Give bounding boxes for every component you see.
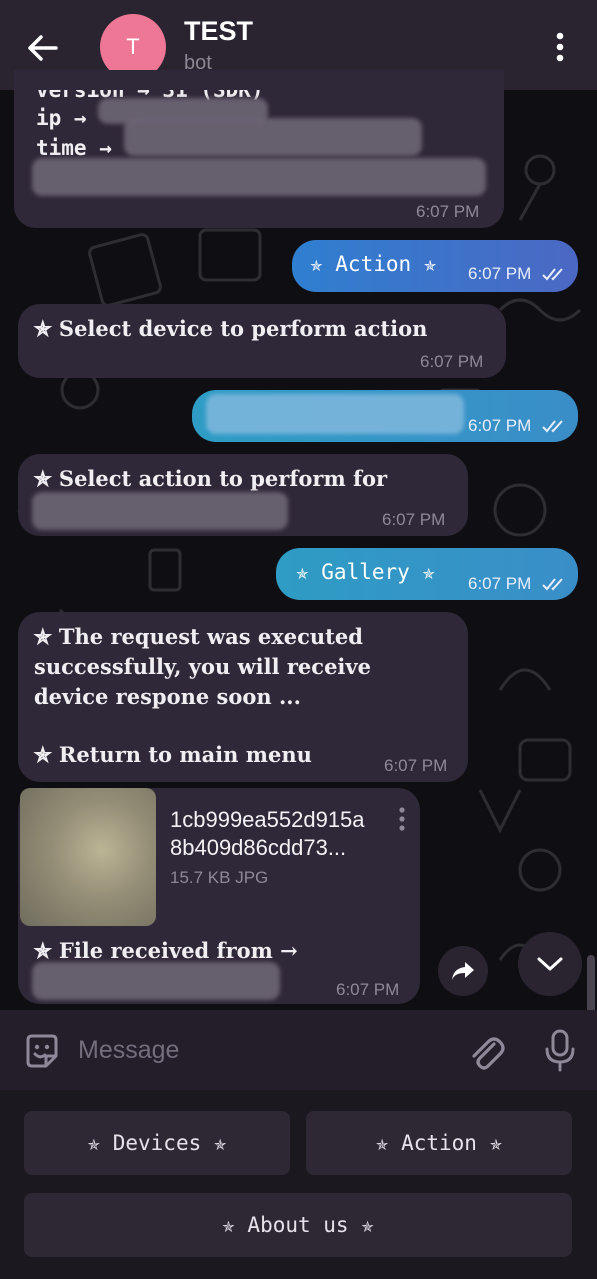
back-arrow-icon[interactable] — [22, 28, 62, 68]
message-text: time → — [36, 136, 112, 160]
redacted-text — [206, 394, 464, 434]
message-input[interactable]: Message — [78, 1036, 179, 1065]
message-time: 6:07 PM — [382, 510, 446, 529]
double-check-icon — [542, 578, 563, 591]
message-time: 6:07 PM — [420, 352, 484, 371]
file-thumbnail[interactable] — [20, 788, 156, 926]
forward-button[interactable] — [438, 946, 488, 996]
keyboard-button-about-us[interactable]: ✯ About us ✯ — [24, 1193, 572, 1257]
message-text: ✯ Action ✯ — [310, 252, 437, 276]
message-time: 6:07 PM — [384, 756, 448, 775]
redacted-text — [32, 492, 288, 530]
message-bubble-incoming[interactable]: ✯ The request was executed successfully,… — [18, 612, 468, 782]
file-caption: ✯ File received from → — [34, 938, 298, 963]
message-bubble-incoming[interactable]: ✯ Select device to perform action 6:07 P… — [18, 304, 506, 378]
double-check-icon — [542, 420, 563, 433]
message-text: ✯ The request was executed — [34, 624, 363, 649]
more-vertical-icon[interactable] — [548, 30, 572, 64]
message-text: ✯ Return to main menu — [34, 742, 312, 767]
message-time: 6:07 PM — [336, 980, 400, 999]
redacted-text — [32, 158, 486, 196]
message-text: ✯ Select device to perform action — [34, 316, 428, 341]
message-text: ✯ Gallery ✯ — [296, 560, 436, 584]
message-text: ✯ Select action to perform for — [34, 466, 388, 491]
message-text: ip → — [36, 106, 87, 130]
forward-icon — [452, 962, 474, 980]
file-more-icon[interactable] — [396, 806, 408, 832]
message-time: 6:07 PM — [468, 264, 532, 283]
message-bubble-outgoing[interactable]: ✯ Action ✯ 6:07 PM — [292, 240, 578, 292]
scroll-down-button[interactable] — [518, 932, 582, 996]
chat-title[interactable]: TEST — [184, 16, 253, 47]
message-text: device respone soon ... — [34, 684, 301, 709]
file-size: 15.7 KB JPG — [170, 868, 269, 887]
redacted-text — [32, 962, 280, 1000]
microphone-icon[interactable] — [542, 1028, 578, 1074]
bot-keyboard: ✯ Devices ✯ ✯ Action ✯ ✯ About us ✯ — [0, 1090, 597, 1279]
attach-icon[interactable] — [466, 1030, 506, 1074]
message-bubble-incoming[interactable]: ✯ Select action to perform for 6:07 PM — [18, 454, 468, 536]
double-check-icon — [542, 268, 563, 281]
message-time: 6:07 PM — [468, 416, 532, 435]
keyboard-button-action[interactable]: ✯ Action ✯ — [306, 1111, 572, 1175]
file-name[interactable]: 1cb999ea552d915a 8b409d86cdd73... — [170, 806, 390, 862]
sticker-icon[interactable] — [22, 1032, 62, 1072]
message-bubble-outgoing[interactable]: ✯ Gallery ✯ 6:07 PM — [276, 548, 578, 600]
redacted-text — [124, 118, 422, 156]
message-bubble-incoming[interactable]: version → 31 (SDK) ip → time → 6:07 PM — [14, 70, 504, 228]
message-time: 6:07 PM — [416, 202, 480, 221]
message-text: successfully, you will receive — [34, 654, 371, 679]
chevron-down-icon — [537, 957, 563, 971]
message-time: 6:07 PM — [468, 574, 532, 593]
message-bubble-outgoing[interactable]: 6:07 PM — [192, 390, 578, 442]
keyboard-button-devices[interactable]: ✯ Devices ✯ — [24, 1111, 290, 1175]
